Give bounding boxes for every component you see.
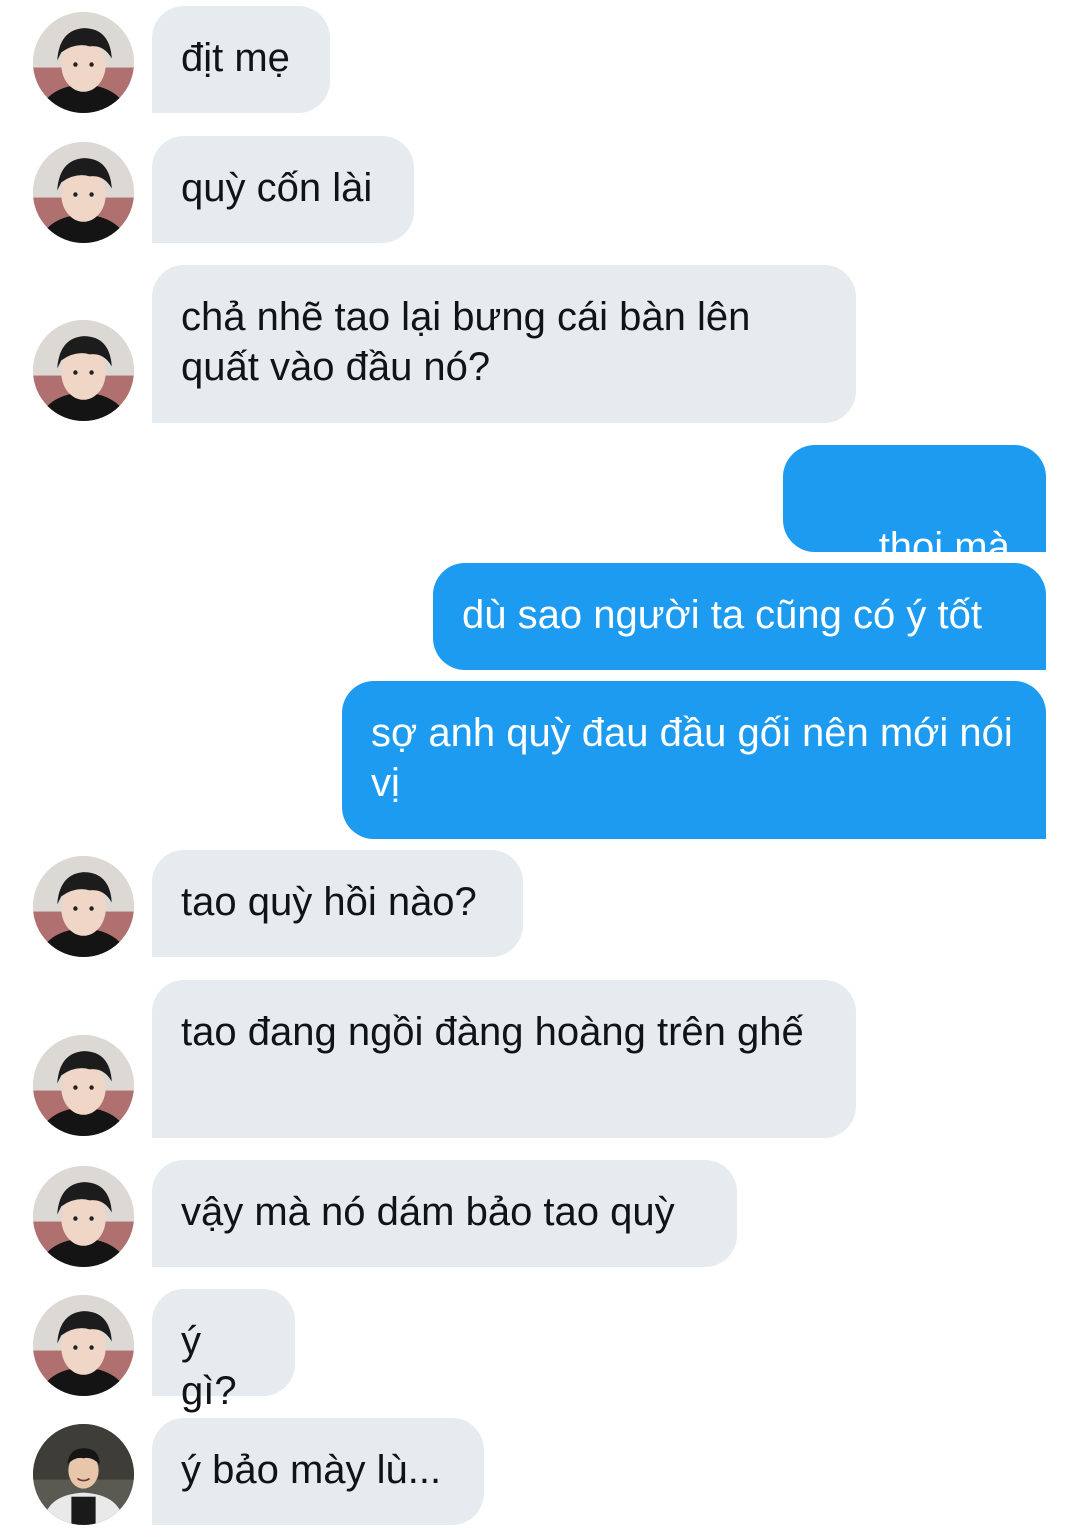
message-row: dù sao người ta cũng có ý tốt [0, 563, 1080, 670]
avatar-icon[interactable] [33, 1424, 134, 1525]
message-row: sợ anh quỳ đau đầu gối nên mới nói vị [0, 681, 1080, 839]
avatar-icon[interactable] [33, 12, 134, 113]
message-row: địt mẹ [0, 6, 1080, 113]
message-row: chả nhẽ tao lại bưng cái bàn lên quất và… [0, 265, 1080, 423]
avatar-icon[interactable] [33, 320, 134, 421]
avatar-icon[interactable] [33, 1295, 134, 1396]
user-avatar-smiling-icon [33, 1424, 134, 1525]
message-bubble[interactable]: ý bảo mày lù... [152, 1418, 484, 1525]
user-avatar-icon [33, 320, 134, 421]
message-bubble[interactable]: dù sao người ta cũng có ý tốt [433, 563, 1046, 670]
message-bubble[interactable]: quỳ cốn lài [152, 136, 414, 243]
user-avatar-icon [33, 1295, 134, 1396]
avatar-icon[interactable] [33, 856, 134, 957]
user-avatar-icon [33, 856, 134, 957]
avatar-icon[interactable] [33, 1035, 134, 1136]
message-bubble[interactable]: sợ anh quỳ đau đầu gối nên mới nói vị [342, 681, 1046, 839]
message-bubble[interactable]: tao đang ngồi đàng hoàng trên ghế [152, 980, 856, 1138]
user-avatar-icon [33, 1166, 134, 1267]
message-row: vậy mà nó dám bảo tao quỳ [0, 1160, 1080, 1267]
user-avatar-icon [33, 1035, 134, 1136]
message-bubble[interactable]: vậy mà nó dám bảo tao quỳ [152, 1160, 737, 1267]
avatar-icon[interactable] [33, 142, 134, 243]
conversation-thread: địt mẹ quỳ cốn lài chả nhẽ tao lại bưng … [0, 0, 1080, 1537]
message-bubble[interactable]: địt mẹ [152, 6, 330, 113]
message-bubble[interactable]: tao quỳ hồi nào? [152, 850, 523, 957]
message-bubble[interactable]: chả nhẽ tao lại bưng cái bàn lên quất và… [152, 265, 856, 423]
user-avatar-icon [33, 142, 134, 243]
user-avatar-icon [33, 12, 134, 113]
message-row: tao đang ngồi đàng hoàng trên ghế [0, 980, 1080, 1138]
message-bubble[interactable]: ý gì? [152, 1289, 295, 1413]
avatar-icon[interactable] [33, 1166, 134, 1267]
message-bubble[interactable]: thoi mà [783, 445, 1046, 616]
message-row: thoi mà [0, 445, 1080, 616]
message-row: ý bảo mày lù... [0, 1418, 1080, 1525]
message-row: ý gì? [0, 1289, 1080, 1413]
message-row: tao quỳ hồi nào? [0, 850, 1080, 957]
message-row: quỳ cốn lài [0, 136, 1080, 243]
